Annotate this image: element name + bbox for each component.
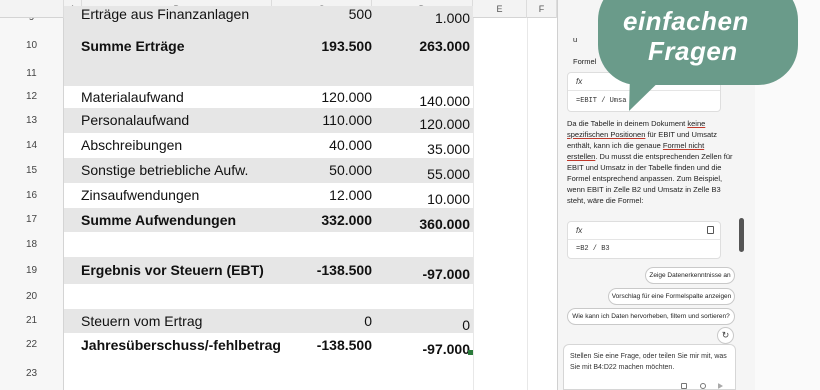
row-header[interactable]: 10 — [0, 30, 64, 62]
answer-text-1: Da die Tabelle in deinem Dokument — [567, 119, 688, 128]
column-header-f[interactable]: F — [527, 0, 557, 18]
value-cell-c[interactable]: 110.000 — [322, 108, 372, 133]
value-cell-c[interactable]: 12.000 — [329, 183, 372, 208]
row-label-cell[interactable]: Abschreibungen — [81, 133, 182, 158]
table-row[interactable]: Jahresüberschuss/-fehlbetrag -138.500 -97.… — [64, 333, 473, 357]
table-row[interactable]: Steuern vom Ertrag 0 0 — [64, 309, 473, 333]
row-header[interactable]: 12 — [0, 86, 64, 108]
table-row[interactable] — [64, 62, 473, 86]
table-row[interactable]: Ergebnis vor Steuern (EBT) -138.500 -97.00… — [64, 257, 473, 284]
table-row[interactable]: Summe Aufwendungen 332.000 360.000 — [64, 208, 473, 232]
code-divider — [568, 239, 720, 240]
formula-icon: fx — [576, 226, 583, 235]
send-icon[interactable] — [718, 383, 723, 389]
refresh-suggestions-icon[interactable]: ↻ — [717, 327, 734, 344]
value-cell-d[interactable]: 1.000 — [435, 6, 470, 30]
row-label-cell[interactable]: Zinsaufwendungen — [81, 183, 199, 208]
copy-icon[interactable] — [707, 226, 714, 234]
row-header[interactable]: 21 — [0, 309, 64, 333]
suggestion-data-insights-button[interactable]: Zeige Datenerkenntnisse an — [645, 267, 735, 284]
table-row[interactable] — [64, 284, 473, 309]
column-header-e[interactable]: E — [473, 0, 527, 18]
previous-message-fragment: u — [573, 35, 578, 44]
formula-icon: fx — [576, 77, 583, 86]
suggestion-highlight-filter-sort-button[interactable]: Wie kann ich Daten hervorheben, filtern … — [567, 308, 735, 325]
bubble-text-line-1: einfachen — [623, 6, 749, 36]
formula-text-2: =B2 / B3 — [576, 245, 610, 253]
bubble-text-line-2: Fragen — [648, 36, 738, 66]
row-header[interactable]: 18 — [0, 232, 64, 257]
row-label-cell[interactable]: Jahresüberschuss/-fehlbetrag — [81, 333, 281, 357]
chat-input-box[interactable]: Stellen Sie eine Frage, oder teilen Sie … — [563, 344, 736, 390]
suggestion-formula-column-button[interactable]: Vorschlag für eine Formelspalte anzeigen — [608, 288, 735, 305]
pane-scrollbar[interactable] — [739, 218, 744, 252]
row-header[interactable]: 19 — [0, 257, 64, 284]
chat-input-placeholder: Stellen Sie eine Frage, oder teilen Sie … — [570, 353, 727, 371]
value-cell-c[interactable]: 120.000 — [321, 86, 372, 108]
value-cell-c[interactable]: 40.000 — [329, 133, 372, 158]
row-header[interactable]: 14 — [0, 133, 64, 158]
row-headers: 91011121314151617181920212223 — [0, 0, 64, 390]
value-cell-c[interactable]: 50.000 — [329, 158, 372, 183]
row-label-cell[interactable]: Summe Erträge — [81, 30, 184, 62]
formula-code-block-2: fx =B2 / B3 — [567, 221, 721, 259]
copilot-answer: Da die Tabelle in deinem Dokument keine … — [567, 118, 735, 206]
row-label-cell[interactable]: Steuern vom Ertrag — [81, 309, 202, 333]
value-cell-c[interactable]: 500 — [349, 2, 372, 26]
row-label-cell[interactable]: Sonstige betriebliche Aufw. — [81, 158, 248, 183]
spreadsheet-grid[interactable]: 91011121314151617181920212223 A B C D E … — [0, 0, 557, 390]
table-row[interactable]: Summe Erträge 193.500 263.000 — [64, 30, 473, 62]
row-label-cell[interactable]: Personalaufwand — [81, 108, 189, 133]
row-header[interactable]: 11 — [0, 62, 64, 86]
row-header[interactable]: 20 — [0, 284, 64, 309]
gridline — [473, 18, 474, 390]
row-header[interactable]: 23 — [0, 357, 64, 390]
value-cell-c[interactable]: 193.500 — [321, 30, 372, 62]
table-row[interactable]: Personalaufwand 110.000 120.000 — [64, 108, 473, 133]
value-cell-c[interactable]: -138.500 — [317, 333, 372, 357]
selection-handle[interactable] — [468, 350, 473, 355]
table-row[interactable]: Zinsaufwendungen 12.000 10.000 — [64, 183, 473, 208]
row-header[interactable]: 16 — [0, 183, 64, 208]
microphone-icon[interactable] — [700, 383, 706, 389]
row-label-cell[interactable]: Summe Aufwendungen — [81, 208, 236, 232]
value-cell-c[interactable]: -138.500 — [317, 257, 372, 284]
table-row[interactable]: Sonstige betriebliche Aufw. 50.000 55.000 — [64, 158, 473, 183]
gridline — [527, 18, 528, 390]
row-label-cell[interactable]: Materialaufwand — [81, 86, 184, 108]
value-cell-c[interactable]: 332.000 — [321, 208, 372, 232]
table-row[interactable] — [64, 232, 473, 257]
value-cell-d[interactable]: 263.000 — [419, 30, 470, 62]
table-row[interactable]: Abschreibungen 40.000 35.000 — [64, 133, 473, 158]
row-header[interactable]: 15 — [0, 158, 64, 183]
table-row[interactable]: Materialaufwand 120.000 140.000 — [64, 86, 473, 109]
row-label-cell[interactable]: Ergebnis vor Steuern (EBT) — [81, 257, 264, 284]
prompt-guide-icon[interactable] — [681, 383, 687, 389]
table-row[interactable]: Erträge aus Finanzanlagen 500 1.000 — [64, 6, 473, 30]
previous-message-fragment-2: Formel — [573, 57, 597, 66]
row-header[interactable]: 22 — [0, 333, 64, 357]
row-header[interactable]: 17 — [0, 208, 64, 232]
value-cell-c[interactable]: 0 — [364, 309, 372, 333]
row-label-cell[interactable]: Erträge aus Finanzanlagen — [81, 2, 249, 26]
row-header[interactable]: 13 — [0, 108, 64, 133]
table-row[interactable] — [64, 357, 473, 390]
select-all-corner[interactable] — [0, 0, 64, 18]
